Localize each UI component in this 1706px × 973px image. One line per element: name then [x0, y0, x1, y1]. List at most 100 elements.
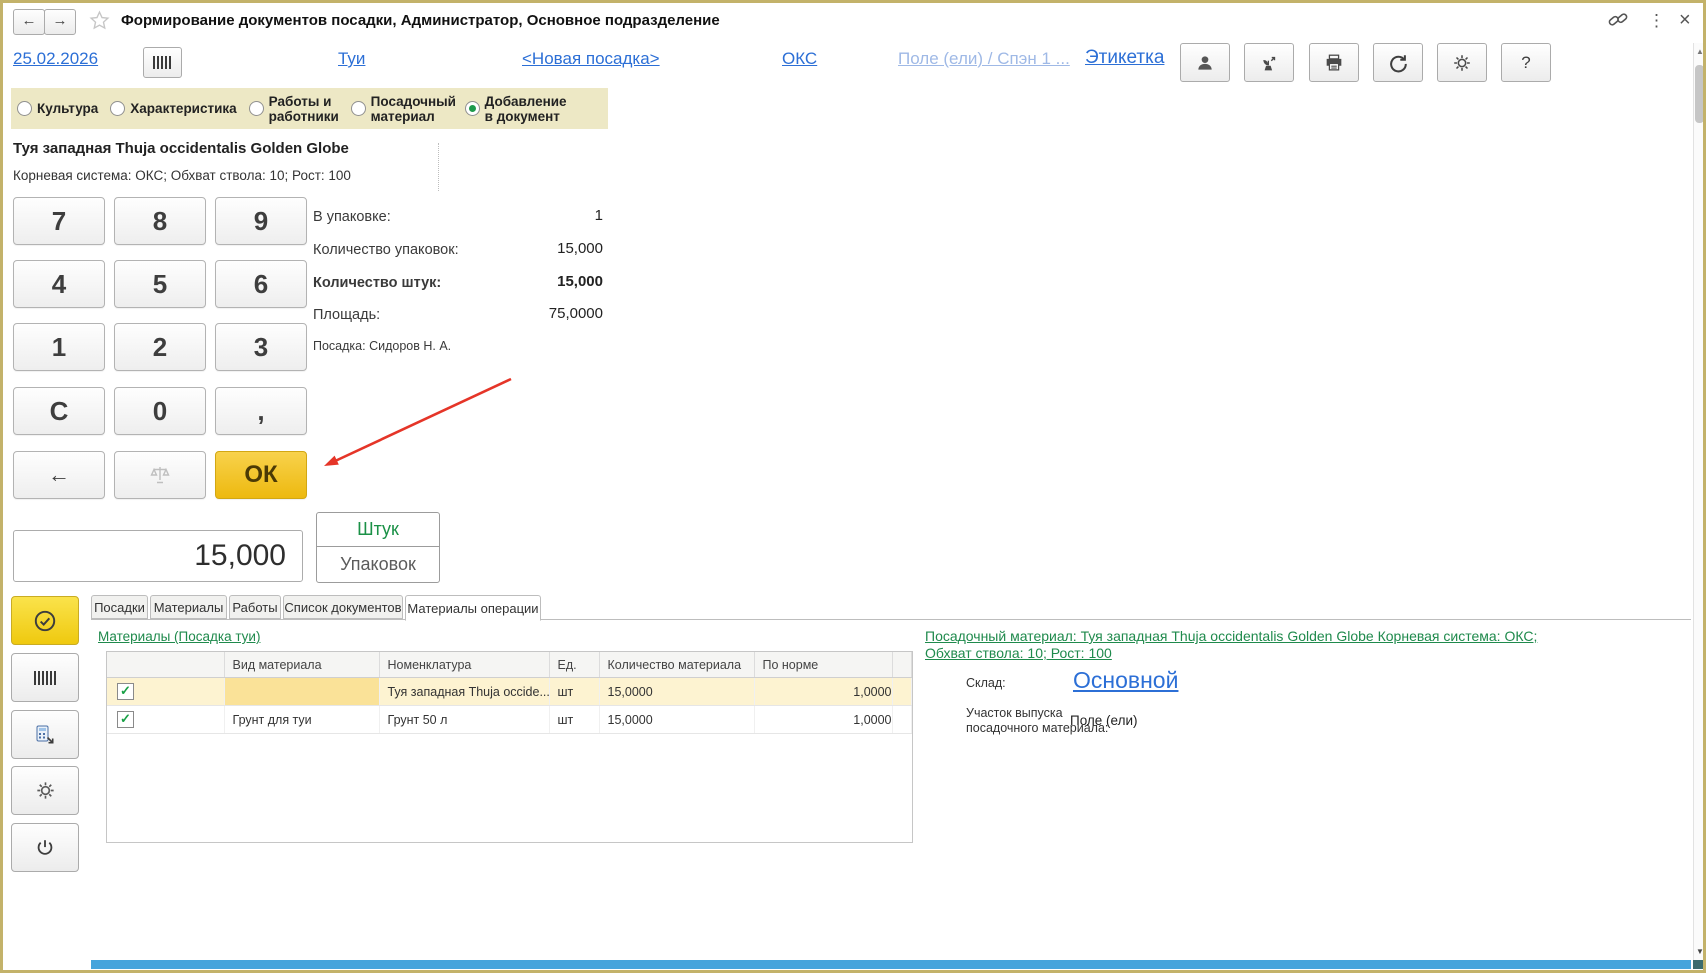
refresh-button[interactable]: [1373, 43, 1423, 82]
key-7[interactable]: 7: [13, 197, 105, 245]
unit-pieces-button[interactable]: Штук: [316, 512, 440, 547]
materials-table[interactable]: Вид материала Номенклатура Ед. Количеств…: [106, 651, 913, 843]
key-0[interactable]: 0: [114, 387, 206, 435]
culture-link[interactable]: Туи: [338, 49, 365, 69]
key-scale[interactable]: [114, 451, 206, 499]
area-value: 75,0000: [433, 305, 603, 322]
plant-button[interactable]: [1244, 43, 1294, 82]
scroll-up-icon[interactable]: ▲: [1696, 47, 1704, 56]
gear-icon: [1451, 52, 1473, 74]
col-unit[interactable]: Ед.: [549, 652, 599, 678]
col-checkbox: [107, 652, 224, 678]
red-arrow-annotation: [303, 363, 523, 478]
key-9[interactable]: 9: [215, 197, 307, 245]
help-button[interactable]: ?: [1501, 43, 1551, 82]
tab-strip-border: [91, 619, 1691, 620]
page-title: Формирование документов посадки, Админис…: [121, 12, 720, 29]
date-link[interactable]: 25.02.2026: [13, 49, 98, 69]
terminal-icon: [33, 723, 57, 747]
key-4[interactable]: 4: [13, 260, 105, 308]
key-8[interactable]: 8: [114, 197, 206, 245]
step-characteristic[interactable]: Характеристика: [110, 101, 236, 116]
ok-button[interactable]: ОК: [215, 451, 307, 499]
confirm-button[interactable]: [11, 596, 79, 645]
field-link[interactable]: Поле (ели) / Спэн 1 ...: [898, 49, 1070, 69]
tab-plantings[interactable]: Посадки: [91, 595, 148, 619]
unit-packs-button[interactable]: Упаковок: [316, 546, 440, 583]
user-button[interactable]: [1180, 43, 1230, 82]
col-nomenclature[interactable]: Номенклатура: [379, 652, 549, 678]
print-button[interactable]: [1309, 43, 1359, 82]
steps-band: Культура Характеристика Работы и работни…: [11, 88, 608, 129]
vertical-scrollbar-thumb[interactable]: [1695, 65, 1704, 123]
row-checkbox[interactable]: ✓: [117, 711, 134, 728]
quantity-display[interactable]: 15,000: [13, 530, 303, 582]
printer-icon: [1323, 52, 1345, 74]
packs-count-value: 15,000: [433, 240, 603, 257]
key-comma[interactable]: ,: [215, 387, 307, 435]
materials-section-link[interactable]: Материалы (Посадка туи): [98, 629, 260, 644]
barcode-button[interactable]: [143, 47, 182, 78]
key-6[interactable]: 6: [215, 260, 307, 308]
in-pack-value: 1: [433, 207, 603, 224]
step-add-to-document[interactable]: Добавление в документ: [465, 94, 577, 124]
planting-worker-note: Посадка: Сидоров Н. А.: [313, 339, 451, 353]
label-link[interactable]: Этикетка: [1085, 47, 1164, 69]
terminal-button[interactable]: [11, 710, 79, 759]
power-icon: [34, 837, 56, 859]
exit-button[interactable]: [11, 823, 79, 872]
scroll-down-icon[interactable]: ▼: [1696, 947, 1704, 956]
user-icon: [1195, 53, 1215, 73]
key-1[interactable]: 1: [13, 323, 105, 371]
warehouse-label: Склад:: [966, 676, 1006, 690]
planting-material-link[interactable]: Посадочный материал: Туя западная Thuja …: [925, 628, 1570, 662]
table-row[interactable]: ✓ Туя западная Thuja occide... шт 15,000…: [107, 678, 912, 706]
col-kind[interactable]: Вид материала: [224, 652, 379, 678]
col-per-norm[interactable]: По норме: [754, 652, 892, 678]
warehouse-link[interactable]: Основной: [1073, 667, 1178, 694]
tab-materials[interactable]: Материалы: [150, 595, 227, 619]
favorite-star-icon[interactable]: [89, 10, 110, 36]
key-clear[interactable]: C: [13, 387, 105, 435]
settings-button[interactable]: [1437, 43, 1487, 82]
new-planting-link[interactable]: <Новая посадка>: [522, 49, 660, 69]
sidebar-settings-button[interactable]: [11, 766, 79, 815]
in-pack-label: В упаковке:: [313, 209, 391, 225]
tab-works[interactable]: Работы: [229, 595, 281, 619]
check-circle-icon: [32, 608, 58, 634]
more-menu-icon[interactable]: ⋮: [1648, 11, 1665, 31]
root-system-link[interactable]: ОКС: [782, 49, 817, 69]
scrollbar-corner: [1693, 960, 1706, 969]
plant-icon: [1258, 52, 1280, 74]
back-icon: ←: [22, 12, 37, 29]
app-window: ← → Формирование документов посадки, Адм…: [0, 0, 1706, 973]
step-material[interactable]: Посадочный материал: [351, 94, 459, 124]
row-checkbox[interactable]: ✓: [117, 683, 134, 700]
key-2[interactable]: 2: [114, 323, 206, 371]
key-5[interactable]: 5: [114, 260, 206, 308]
vertical-scrollbar[interactable]: [1693, 43, 1706, 960]
step-works[interactable]: Работы и работники: [249, 94, 345, 124]
refresh-icon: [1387, 52, 1409, 74]
gear-icon: [34, 779, 57, 802]
key-3[interactable]: 3: [215, 323, 307, 371]
scan-barcode-button[interactable]: [11, 653, 79, 702]
barcode-icon: [153, 56, 173, 69]
nav-forward-button[interactable]: →: [44, 9, 76, 35]
tab-document-list[interactable]: Список документов: [283, 595, 403, 619]
tab-operation-materials[interactable]: Материалы операции: [405, 595, 541, 621]
area-label: Площадь:: [313, 307, 380, 323]
backspace-icon: ←: [48, 462, 70, 488]
help-icon: ?: [1521, 53, 1530, 73]
key-backspace[interactable]: ←: [13, 451, 105, 499]
nav-back-button[interactable]: ←: [13, 9, 45, 35]
col-quantity[interactable]: Количество материала: [599, 652, 754, 678]
product-characteristics: Корневая система: ОКС; Обхват ствола: 10…: [13, 168, 351, 183]
pieces-count-label: Количество штук:: [313, 275, 441, 291]
forward-icon: →: [53, 12, 68, 29]
table-row[interactable]: ✓ Грунт для туи Грунт 50 л шт 15,0000 1,…: [107, 706, 912, 734]
horizontal-scrollbar[interactable]: [91, 960, 1691, 969]
close-icon[interactable]: ×: [1679, 9, 1691, 32]
step-culture[interactable]: Культура: [17, 101, 98, 116]
get-link-icon[interactable]: [1607, 9, 1629, 36]
